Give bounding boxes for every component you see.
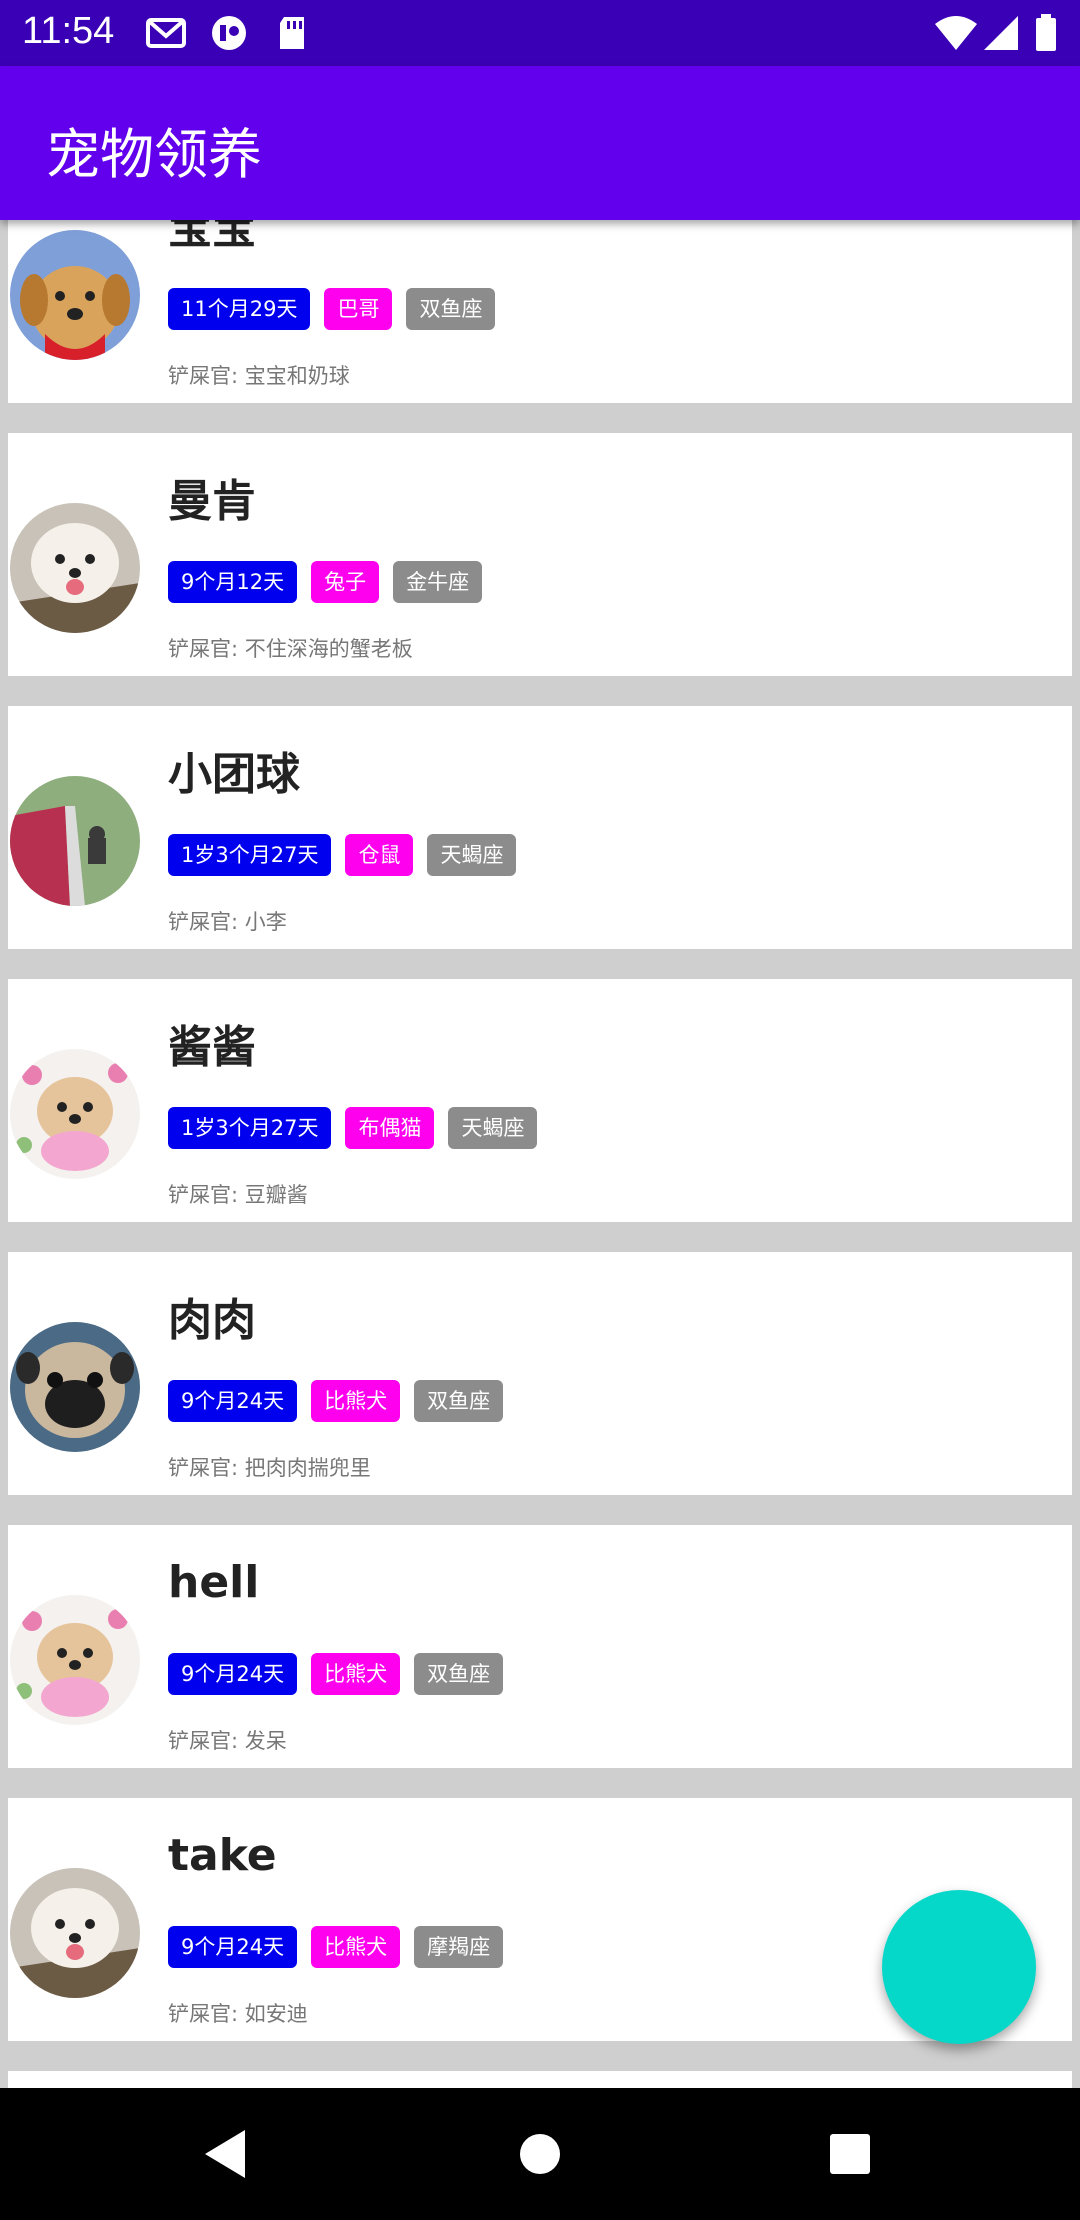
pet-list[interactable]: 宝宝 11个月29天 巴哥 双鱼座 铲屎官: 宝宝和奶球 曼肯 9个月12天 兔… [0, 220, 1080, 2088]
battery-icon [1036, 14, 1056, 51]
owner-text: 铲屎官: 豆瓣酱 [168, 1183, 308, 1207]
pet-name: 曼肯 [168, 476, 256, 527]
status-bar: 11:54 [0, 0, 1080, 66]
floating-action-button[interactable] [882, 1890, 1036, 2044]
pet-name: 宝宝 [168, 220, 256, 254]
home-icon[interactable] [508, 2122, 572, 2186]
breed-tag: 兔子 [311, 561, 380, 603]
breed-tag: 比熊犬 [311, 1926, 401, 1968]
age-tag: 1岁3个月27天 [168, 834, 332, 876]
owner-text: 铲屎官: 宝宝和奶球 [168, 364, 350, 388]
breed-tag: 仓鼠 [345, 834, 414, 876]
gmail-icon [146, 18, 186, 48]
pet-card[interactable]: 曼肯 9个月12天 兔子 金牛座 铲屎官: 不住深海的蟹老板 [8, 433, 1072, 676]
app-icon [212, 16, 246, 50]
owner-text: 铲屎官: 不住深海的蟹老板 [168, 637, 413, 661]
pet-avatar [10, 776, 140, 906]
owner-text: 铲屎官: 发呆 [168, 1729, 287, 1753]
pet-name: take [168, 1830, 277, 1881]
navigation-bar [0, 2088, 1080, 2220]
zodiac-tag: 金牛座 [393, 561, 483, 603]
recents-icon[interactable] [818, 2122, 882, 2186]
app-title: 宠物领养 [46, 123, 262, 186]
zodiac-tag: 双鱼座 [414, 1653, 504, 1695]
pet-card[interactable] [8, 2071, 1072, 2088]
app-bar: 宠物领养 [0, 66, 1080, 220]
wifi-icon [935, 16, 977, 50]
zodiac-tag: 天蝎座 [427, 834, 517, 876]
zodiac-tag: 双鱼座 [414, 1380, 504, 1422]
pet-card[interactable]: 宝宝 11个月29天 巴哥 双鱼座 铲屎官: 宝宝和奶球 [8, 220, 1072, 403]
pet-name: 酱酱 [168, 1022, 256, 1073]
status-time: 11:54 [22, 10, 115, 52]
pet-card[interactable]: 酱酱 1岁3个月27天 布偶猫 天蝎座 铲屎官: 豆瓣酱 [8, 979, 1072, 1222]
owner-text: 铲屎官: 把肉肉揣兜里 [168, 1456, 371, 1480]
age-tag: 9个月24天 [168, 1653, 298, 1695]
age-tag: 9个月12天 [168, 561, 298, 603]
age-tag: 1岁3个月27天 [168, 1107, 332, 1149]
age-tag: 11个月29天 [168, 288, 311, 330]
sd-card-icon [280, 17, 304, 49]
pet-avatar [10, 1868, 140, 1998]
pet-tags: 9个月24天 比熊犬 双鱼座 [168, 1653, 504, 1695]
age-tag: 9个月24天 [168, 1926, 298, 1968]
zodiac-tag: 天蝎座 [448, 1107, 538, 1149]
zodiac-tag: 双鱼座 [406, 288, 496, 330]
breed-tag: 布偶猫 [345, 1107, 435, 1149]
pet-avatar [10, 1049, 140, 1179]
pet-avatar [10, 1322, 140, 1452]
pet-tags: 1岁3个月27天 布偶猫 天蝎座 [168, 1107, 538, 1149]
pet-avatar [10, 503, 140, 633]
pet-tags: 9个月24天 比熊犬 摩羯座 [168, 1926, 504, 1968]
owner-text: 铲屎官: 小李 [168, 910, 287, 934]
pet-tags: 9个月24天 比熊犬 双鱼座 [168, 1380, 504, 1422]
pet-name: 小团球 [168, 749, 300, 800]
signal-icon [984, 16, 1018, 50]
pet-tags: 9个月12天 兔子 金牛座 [168, 561, 483, 603]
breed-tag: 比熊犬 [311, 1380, 401, 1422]
pet-card[interactable]: 小团球 1岁3个月27天 仓鼠 天蝎座 铲屎官: 小李 [8, 706, 1072, 949]
zodiac-tag: 摩羯座 [414, 1926, 504, 1968]
pet-name: hell [168, 1557, 260, 1608]
pet-avatar [10, 230, 140, 360]
age-tag: 9个月24天 [168, 1380, 298, 1422]
pet-avatar [10, 1595, 140, 1725]
pet-tags: 11个月29天 巴哥 双鱼座 [168, 288, 496, 330]
pet-card[interactable]: 肉肉 9个月24天 比熊犬 双鱼座 铲屎官: 把肉肉揣兜里 [8, 1252, 1072, 1495]
back-icon[interactable] [195, 2122, 259, 2186]
pet-tags: 1岁3个月27天 仓鼠 天蝎座 [168, 834, 517, 876]
breed-tag: 巴哥 [324, 288, 393, 330]
owner-text: 铲屎官: 如安迪 [168, 2002, 308, 2026]
pet-card[interactable]: hell 9个月24天 比熊犬 双鱼座 铲屎官: 发呆 [8, 1525, 1072, 1768]
breed-tag: 比熊犬 [311, 1653, 401, 1695]
pet-name: 肉肉 [168, 1295, 256, 1346]
